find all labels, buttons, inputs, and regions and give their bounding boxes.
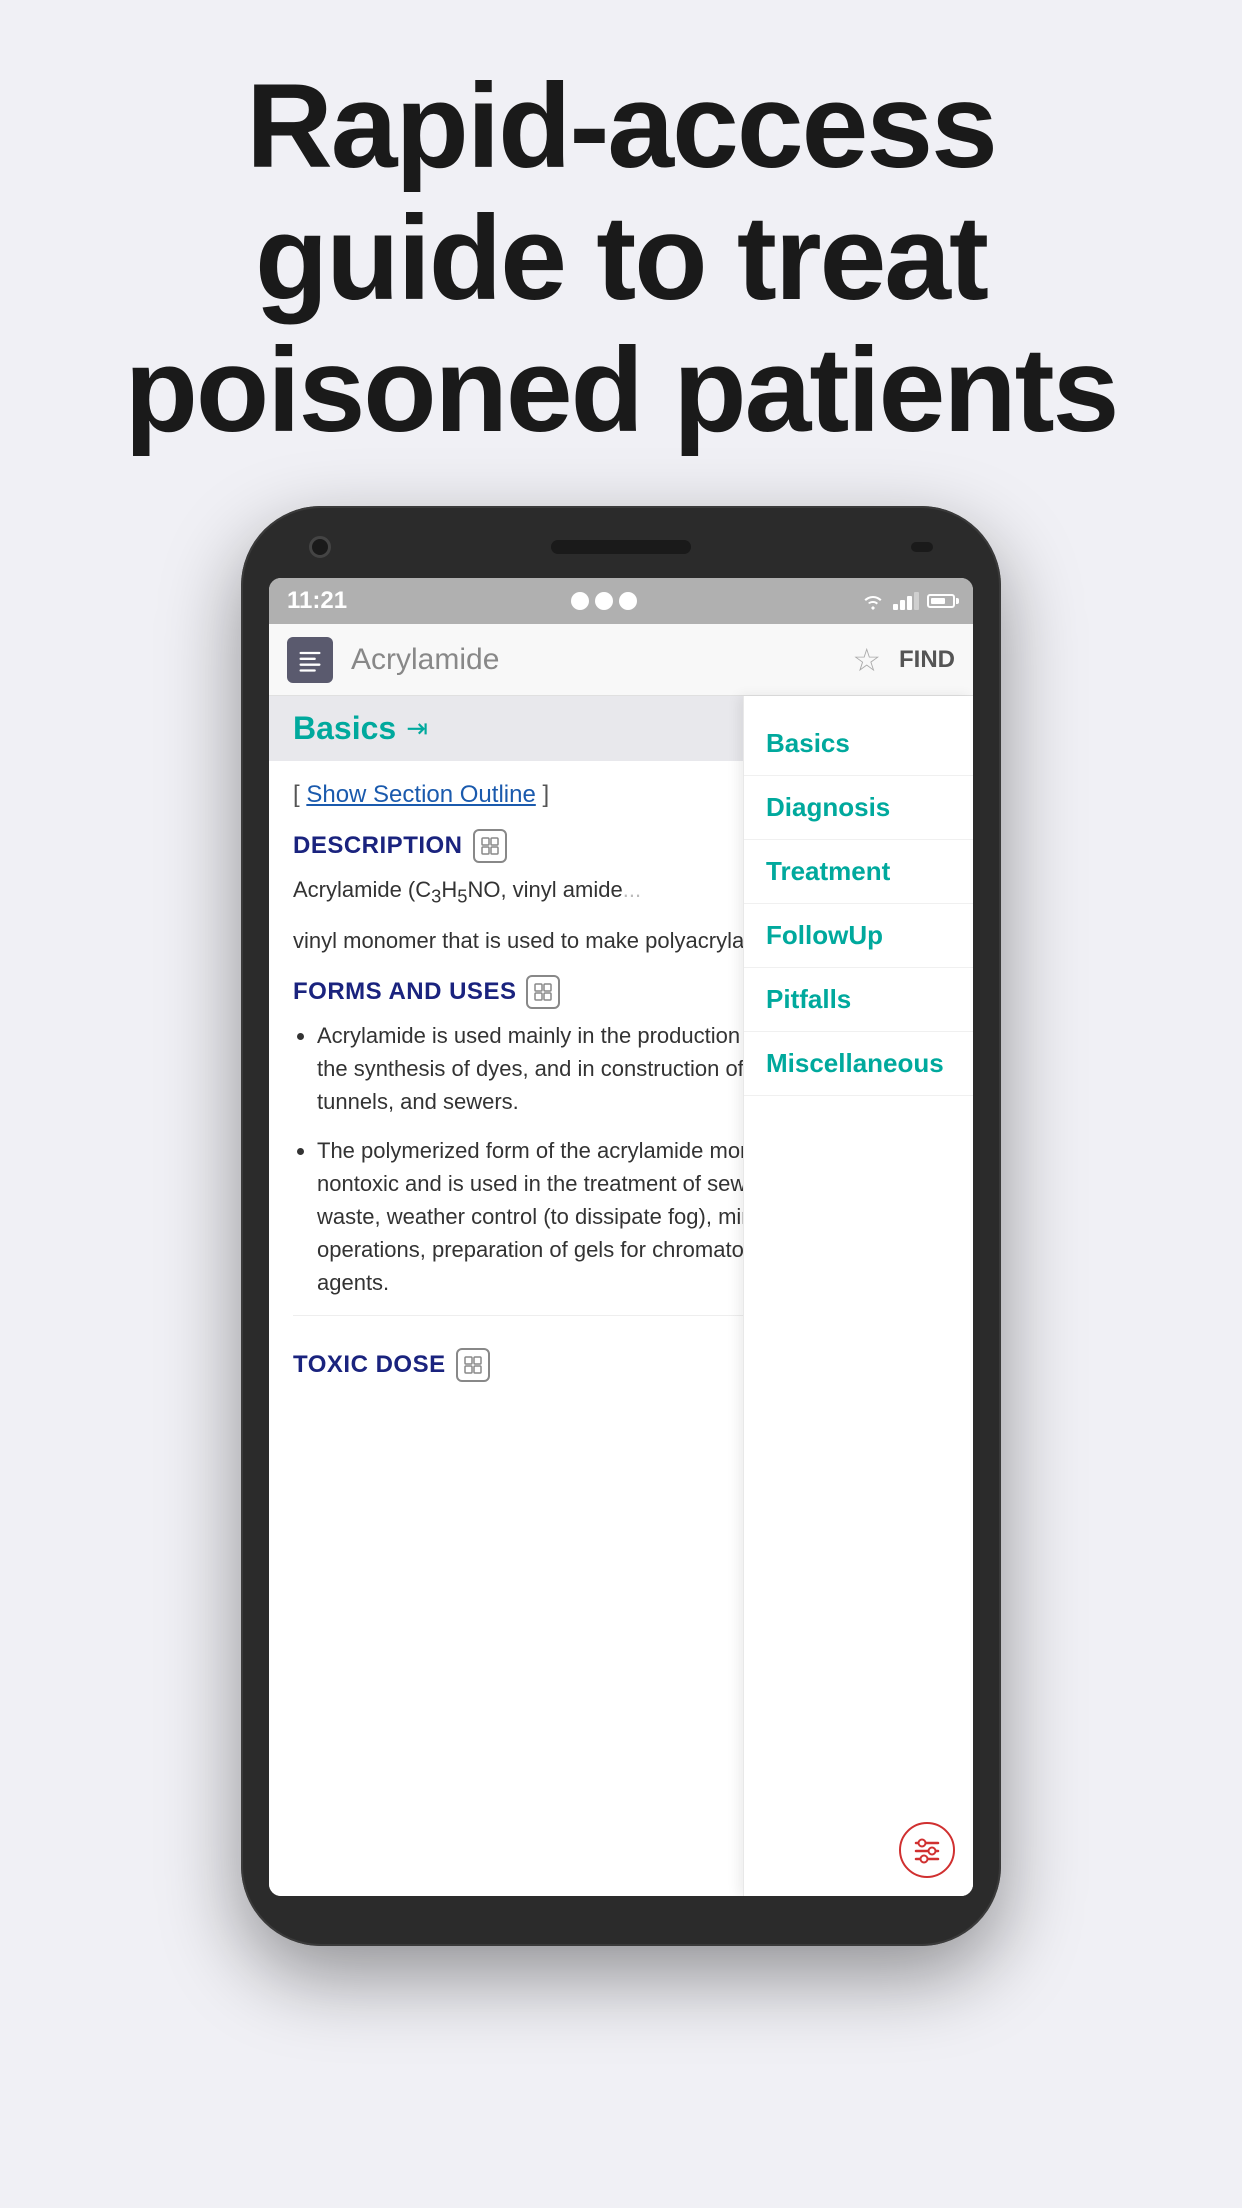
basics-title: Basics xyxy=(293,710,396,747)
description-label: DESCRIPTION xyxy=(293,832,463,860)
basics-arrow-icon: ⇥ xyxy=(406,713,428,744)
find-button[interactable]: FIND xyxy=(899,646,955,674)
forms-uses-icon[interactable] xyxy=(526,975,560,1009)
toxic-dose-icon[interactable] xyxy=(456,1348,490,1382)
outline-suffix: ] xyxy=(536,781,549,808)
sensor xyxy=(911,542,933,552)
toxic-dose-label: TOXIC DOSE xyxy=(293,1351,446,1379)
sliders-icon xyxy=(912,1835,942,1865)
wifi-icon xyxy=(861,592,885,610)
content-area: Basics ⇥ [ Show Section Outline ] DESCRI… xyxy=(269,696,973,1896)
toxic-grid-icon xyxy=(463,1355,483,1375)
favorite-star-icon[interactable]: ☆ xyxy=(852,641,881,679)
hero-section: Rapid-access guide to treat poisoned pat… xyxy=(0,0,1242,506)
hamburger-list-icon xyxy=(296,646,324,674)
app-nav: Acrylamide ☆ FIND xyxy=(269,624,973,696)
sidebar-item-pitfalls[interactable]: Pitfalls xyxy=(744,968,973,1032)
forms-uses-label: FORMS AND USES xyxy=(293,978,516,1006)
status-time: 11:21 xyxy=(287,587,347,615)
description-icon[interactable] xyxy=(473,829,507,863)
phone-top-bar xyxy=(269,536,973,578)
sidebar-item-basics[interactable]: Basics xyxy=(744,712,973,776)
section-sidebar: Basics Diagnosis Treatment FollowUp Pitf… xyxy=(743,696,973,1896)
menu-icon[interactable] xyxy=(287,637,333,683)
nav-title: Acrylamide xyxy=(351,643,852,677)
sidebar-item-treatment[interactable]: Treatment xyxy=(744,840,973,904)
signal-bars xyxy=(893,592,919,610)
speaker xyxy=(551,540,691,554)
sidebar-item-followup[interactable]: FollowUp xyxy=(744,904,973,968)
sidebar-item-miscellaneous[interactable]: Miscellaneous xyxy=(744,1032,973,1096)
phone-bottom-bar xyxy=(269,1896,973,1916)
grid-icon xyxy=(533,982,553,1002)
status-bar: 11:21 xyxy=(269,578,973,624)
hero-title: Rapid-access guide to treat poisoned pat… xyxy=(80,60,1162,456)
data-icon xyxy=(619,592,637,610)
battery-fill xyxy=(931,598,945,604)
fab-settings-button[interactable] xyxy=(899,1822,955,1878)
status-icons-left xyxy=(571,592,637,610)
info-grid-icon xyxy=(480,836,500,856)
phone-outer: 11:21 xyxy=(241,506,1001,1946)
camera xyxy=(309,536,331,558)
location-icon xyxy=(571,592,589,610)
battery-icon xyxy=(927,594,955,608)
status-right xyxy=(861,592,955,610)
outline-prefix: [ xyxy=(293,781,306,808)
sim-icon xyxy=(595,592,613,610)
show-outline-link[interactable]: Show Section Outline xyxy=(306,781,535,808)
phone-mockup: 11:21 xyxy=(241,506,1001,2208)
sidebar-item-diagnosis[interactable]: Diagnosis xyxy=(744,776,973,840)
phone-screen: 11:21 xyxy=(269,578,973,1896)
